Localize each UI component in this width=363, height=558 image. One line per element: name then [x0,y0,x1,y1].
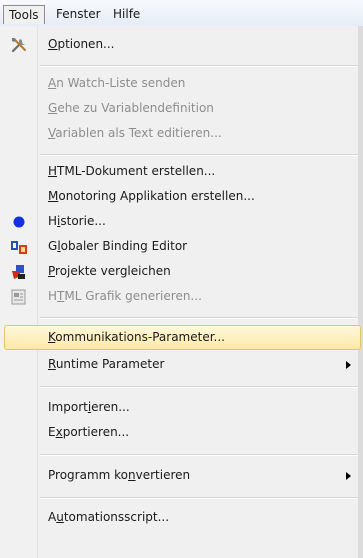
binding-editor-icon [10,238,28,256]
menu-item-gehe-zu-variablendefinition[interactable]: Gehe zu Variablendefinition [0,96,363,121]
menu-item-label: Monotoring Applikation erstellen... [48,189,255,203]
menu-hilfe[interactable]: Hilfe [107,5,146,24]
menu-item-optionen[interactable]: Optionen... [0,32,363,57]
menu-item-kommunikations-parameter[interactable]: Kommunikations-Parameter... [4,325,361,350]
separator [40,497,358,499]
blue-dot-icon [10,213,28,231]
submenu-arrow-icon [346,361,351,369]
menu-item-runtime-parameter[interactable]: Runtime Parameter [0,352,363,377]
menu-item-exportieren[interactable]: Exportieren... [0,420,363,445]
menu-item-label: HTML Grafik generieren... [48,289,202,303]
submenu-arrow-icon [346,472,351,480]
menu-fenster-label: Fenster [56,7,101,21]
menu-item-label: Automationsscript... [48,510,170,524]
menu-item-monotoring-applikation[interactable]: Monotoring Applikation erstellen... [0,184,363,209]
html-graphic-icon [10,288,28,306]
separator [40,65,358,67]
menu-item-variablen-als-text[interactable]: Variablen als Text editieren... [0,121,363,146]
menu-fenster[interactable]: Fenster [50,5,107,24]
menu-item-label: Exportieren... [48,425,130,439]
menu-tools-label: Tools [9,8,39,22]
menu-item-globaler-binding-editor[interactable]: Globaler Binding Editor [0,234,363,259]
menu-item-label: Importieren... [48,400,130,414]
menu-item-historie[interactable]: Historie... [0,209,363,234]
separator [40,386,358,388]
menu-item-label: Projekte vergleichen [48,264,171,278]
menu-item-label: Optionen... [48,37,115,51]
tools-icon [10,36,28,54]
menu-hilfe-label: Hilfe [113,7,141,21]
menu-item-label: An Watch-Liste senden [48,76,186,90]
menu-bar: Tools Fenster Hilfe [0,0,363,27]
separator [40,154,358,156]
menu-item-projekte-vergleichen[interactable]: Projekte vergleichen [0,259,363,284]
menu-item-label: Programm konvertieren [48,468,191,482]
separator [40,317,358,319]
menu-item-programm-konvertieren[interactable]: Programm konvertieren [0,463,363,488]
menu-item-importieren[interactable]: Importieren... [0,395,363,420]
menu-tools[interactable]: Tools [3,5,45,24]
separator [40,454,358,456]
menu-item-label: HTML-Dokument erstellen... [48,164,216,178]
menu-item-label: Runtime Parameter [48,357,165,371]
menu-item-label: Kommunikations-Parameter... [48,330,225,344]
menu-item-label: Gehe zu Variablendefinition [48,101,214,115]
menu-item-label: Variablen als Text editieren... [48,126,222,140]
menu-item-label: Historie... [48,214,106,228]
menu-item-html-dokument[interactable]: HTML-Dokument erstellen... [0,159,363,184]
tools-dropdown: Optionen... An Watch-Liste senden Gehe z… [0,26,363,558]
menu-item-label: Globaler Binding Editor [48,239,188,253]
menu-item-automationsscript[interactable]: Automationsscript... [0,505,363,530]
compare-projects-icon [10,263,28,281]
menu-item-html-grafik[interactable]: HTML Grafik generieren... [0,284,363,309]
menu-item-watch-liste[interactable]: An Watch-Liste senden [0,71,363,96]
